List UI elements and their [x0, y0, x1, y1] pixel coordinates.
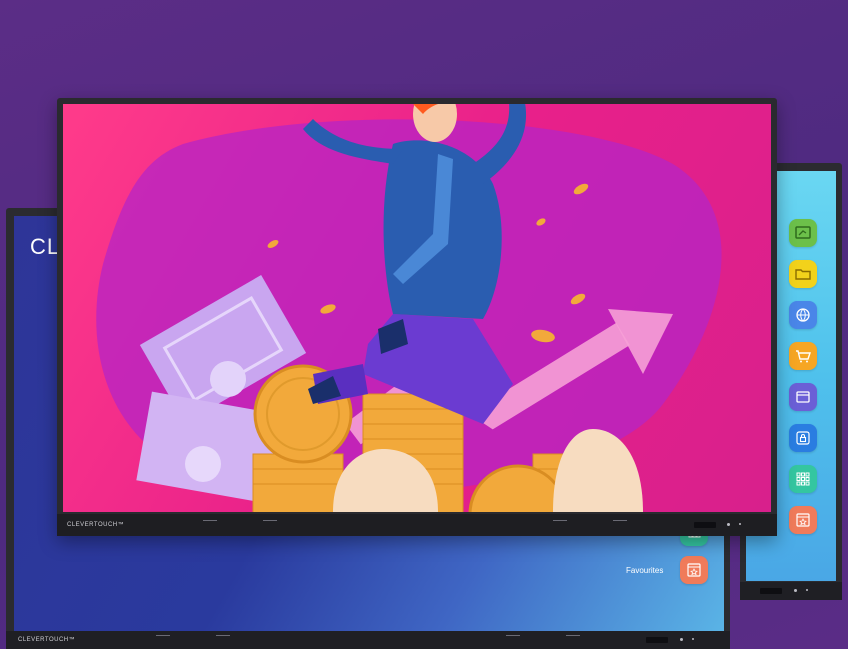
folder-icon	[795, 269, 811, 280]
sensor-strip	[694, 522, 716, 528]
power-indicator[interactable]	[680, 638, 683, 641]
front-brand: CLEVERTOUCH™	[67, 522, 125, 528]
favourites-label: Favourites	[626, 566, 664, 575]
favourites-icon	[687, 563, 701, 577]
bezel-marker	[263, 520, 277, 525]
browser-app-button[interactable]	[789, 301, 817, 329]
favourites-button[interactable]	[680, 556, 708, 584]
whiteboard-app-button[interactable]	[789, 219, 817, 247]
status-indicator	[806, 589, 808, 591]
shop-icon	[796, 350, 811, 363]
sensor-strip	[646, 637, 668, 643]
whiteboard-icon	[795, 226, 811, 239]
front-display: CLEVERTOUCH™	[57, 98, 777, 536]
power-indicator[interactable]	[727, 523, 730, 526]
back-left-brand: CLEVERTOUCH™	[18, 637, 76, 643]
back-left-bezel: CLEVERTOUCH™	[6, 631, 730, 649]
bezel-marker	[553, 520, 567, 525]
apps-app-button[interactable]	[789, 465, 817, 493]
files-app-button[interactable]	[789, 260, 817, 288]
back-right-bezel	[740, 582, 842, 600]
window-icon	[796, 391, 810, 403]
front-bezel: CLEVERTOUCH™	[57, 514, 777, 536]
store-app-button[interactable]	[789, 342, 817, 370]
sensor-strip	[760, 588, 782, 594]
bezel-marker	[613, 520, 627, 525]
front-screen	[63, 104, 771, 512]
bezel-marker	[216, 635, 230, 640]
browser-icon	[796, 308, 810, 322]
bezel-marker	[156, 635, 170, 640]
status-indicator	[739, 523, 741, 525]
lock-icon	[796, 431, 810, 445]
window-app-button[interactable]	[789, 383, 817, 411]
status-indicator	[692, 638, 694, 640]
apps-grid-icon	[796, 472, 810, 486]
lock-app-button[interactable]	[789, 424, 817, 452]
bezel-marker	[203, 520, 217, 525]
bezel-marker	[566, 635, 580, 640]
favourites-icon	[796, 513, 810, 527]
power-indicator[interactable]	[794, 589, 797, 592]
favourites-app-button[interactable]	[789, 506, 817, 534]
success-illustration	[96, 104, 722, 512]
bezel-marker	[506, 635, 520, 640]
